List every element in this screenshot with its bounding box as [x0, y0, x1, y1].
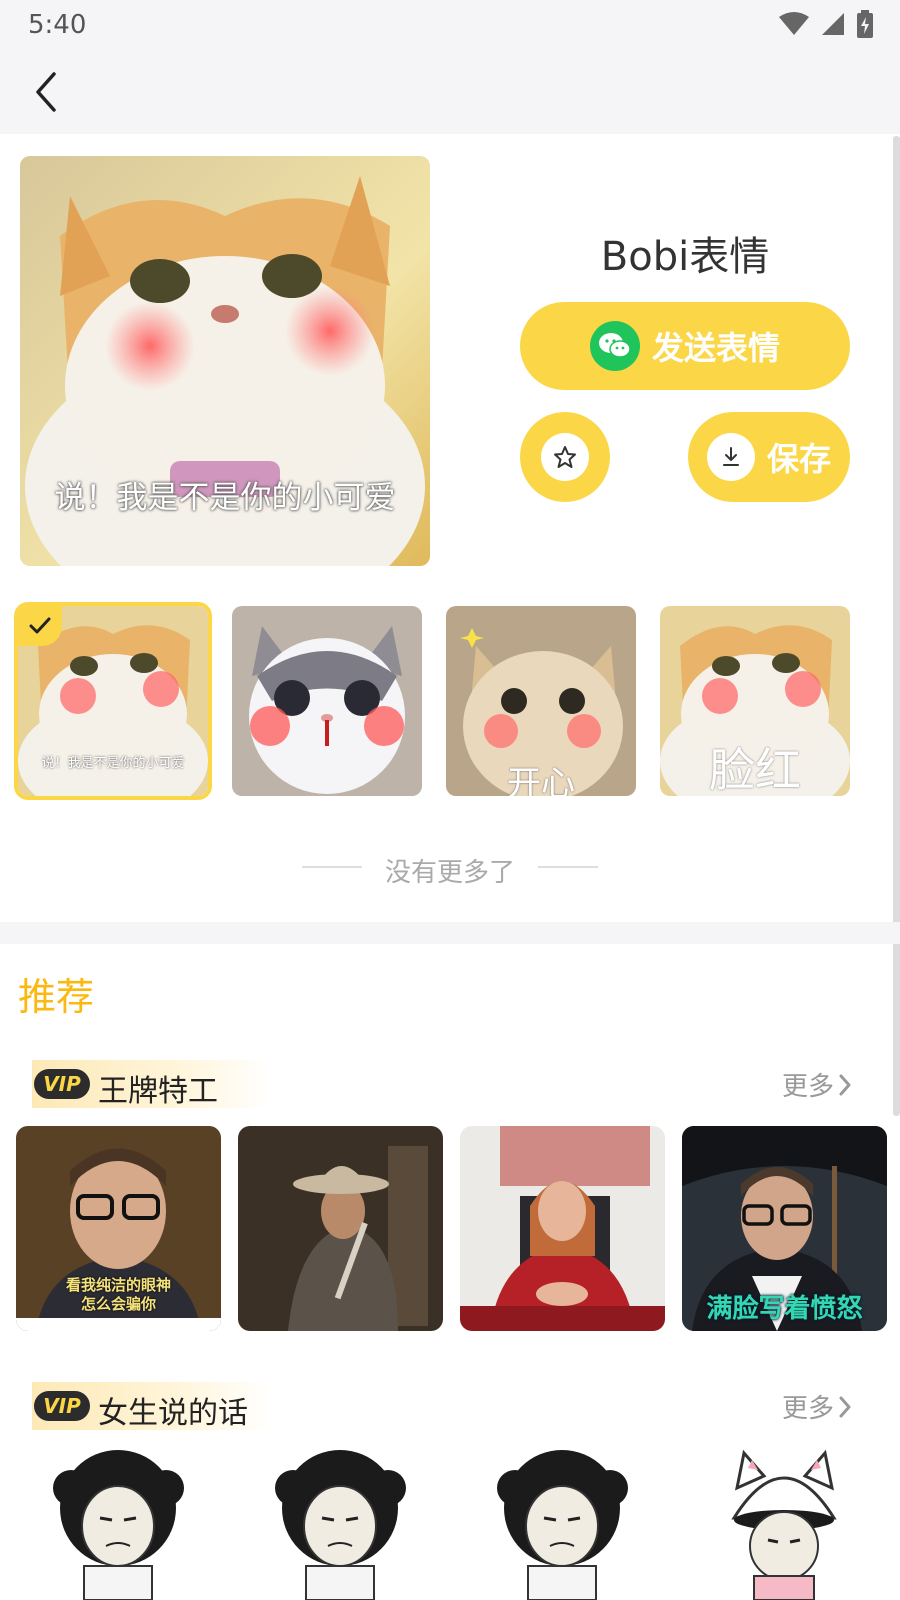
- pack-sticker-4[interactable]: 满脸写着愤怒: [682, 1126, 887, 1331]
- pack-sticker-1[interactable]: [16, 1448, 221, 1600]
- save-label: 保存: [766, 440, 831, 478]
- more-label: 更多: [782, 1394, 835, 1424]
- pack-title: Bobi表情: [600, 234, 770, 280]
- signal-icon: [822, 13, 844, 35]
- star-icon: [554, 446, 576, 468]
- back-arrow-icon: [36, 72, 56, 112]
- recommend-title: 推荐: [18, 975, 95, 1019]
- curly-hair-meme-image: [238, 1448, 443, 1600]
- save-button[interactable]: 保存: [688, 412, 850, 502]
- pack-sticker-2[interactable]: [238, 1126, 443, 1331]
- thumb-caption: 说！我是不是你的小可爱: [41, 756, 185, 771]
- more-label: 更多: [782, 1072, 835, 1102]
- no-more-text: 没有更多了: [384, 858, 515, 888]
- favorite-icon-circle: [541, 433, 589, 481]
- selected-check-badge: [18, 606, 62, 646]
- pack-name: 女生说的话: [98, 1396, 248, 1431]
- cat-bignose-thumb: [232, 606, 422, 796]
- chevron-right-icon: [839, 1074, 851, 1095]
- back-button[interactable]: [24, 68, 72, 116]
- vip-badge: VIP: [34, 1069, 90, 1099]
- preview-caption: 说！我是不是你的小可爱: [54, 480, 396, 516]
- wechat-icon: [589, 321, 640, 371]
- status-time: 5:40: [28, 10, 87, 40]
- pack-sticker-3[interactable]: [460, 1126, 665, 1331]
- wifi-icon: [779, 12, 809, 35]
- pack-sticker-caption: 看我纯洁的眼神 怎么会骗你: [65, 1276, 171, 1313]
- sticker-thumb-4[interactable]: 脸红: [660, 606, 850, 796]
- pack-sticker-3[interactable]: [460, 1448, 665, 1600]
- status-icons: [778, 10, 874, 38]
- sticker-thumb-2[interactable]: [232, 606, 422, 796]
- sticker-thumb-1[interactable]: 说！我是不是你的小可爱: [14, 602, 212, 800]
- pack-sticker-caption: 满脸写着愤怒: [706, 1294, 863, 1324]
- woman-red-dress-image: [460, 1126, 665, 1331]
- send-sticker-label: 发送表情: [651, 329, 780, 367]
- cat-hat-meme-image: [682, 1448, 887, 1600]
- checkmark-icon: [29, 617, 51, 634]
- curly-hair-meme-image: [16, 1448, 221, 1600]
- more-link[interactable]: 更多: [782, 1066, 854, 1103]
- favorite-button[interactable]: [520, 412, 610, 502]
- curly-hair-meme-image: [460, 1448, 665, 1600]
- pack-sticker-2[interactable]: [238, 1448, 443, 1600]
- scrollbar[interactable]: [893, 136, 900, 1116]
- more-link[interactable]: 更多: [782, 1388, 854, 1425]
- main-sticker-preview[interactable]: 说！我是不是你的小可爱: [20, 156, 430, 566]
- pack-sticker-4[interactable]: [682, 1448, 887, 1600]
- header-bar: [0, 50, 900, 134]
- sticker-thumb-3[interactable]: 开心: [446, 606, 636, 796]
- battery-icon: [857, 10, 873, 38]
- chevron-right-icon: [839, 1396, 851, 1417]
- cowboy-image: [238, 1126, 443, 1331]
- pack-sticker-1[interactable]: 看我纯洁的眼神 怎么会骗你: [16, 1126, 221, 1331]
- thumb-caption: 脸红: [709, 743, 801, 796]
- divider-line-right: [538, 866, 598, 868]
- send-sticker-button[interactable]: 发送表情: [520, 302, 850, 390]
- vip-badge: VIP: [34, 1391, 90, 1421]
- download-icon-circle: [706, 433, 755, 481]
- pack-name: 王牌特工: [98, 1074, 218, 1109]
- download-icon: [722, 447, 739, 466]
- section-divider: [0, 922, 900, 944]
- status-bar: 5:40: [0, 0, 900, 50]
- thumb-caption: 开心: [507, 764, 575, 796]
